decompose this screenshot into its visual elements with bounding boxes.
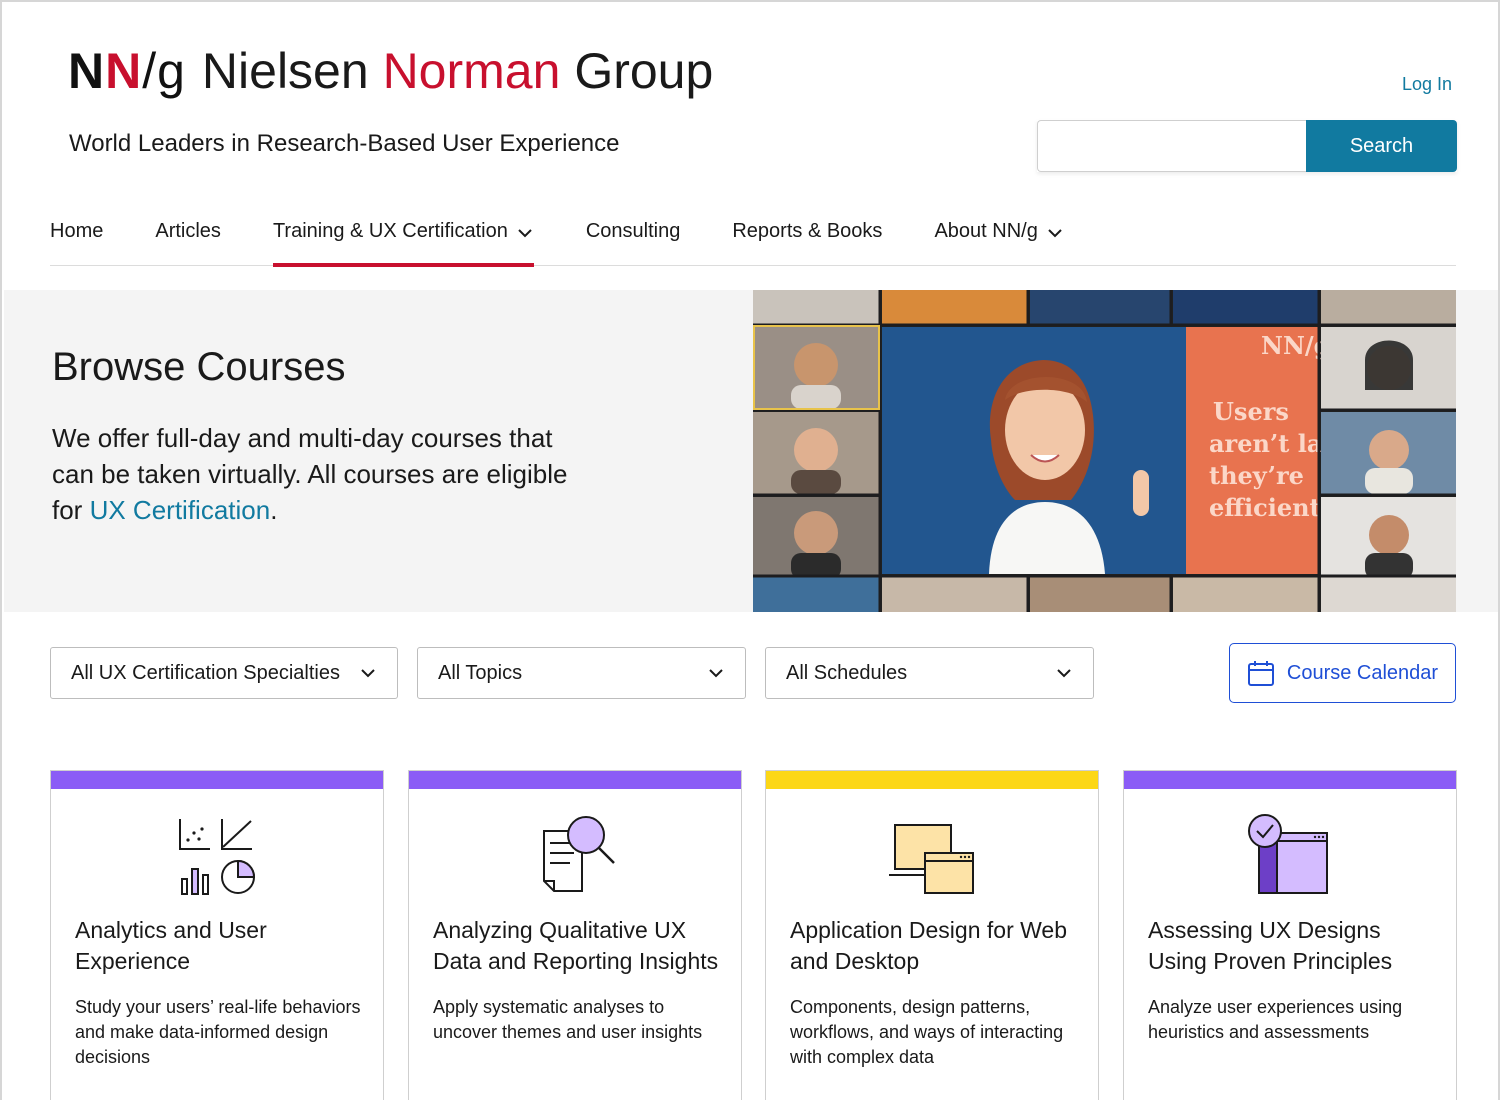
card-color-bar bbox=[51, 771, 383, 789]
nav-reports-books[interactable]: Reports & Books bbox=[732, 208, 882, 266]
chevron-down-icon bbox=[518, 229, 532, 238]
course-card[interactable]: Assessing UX Designs Using Proven Princi… bbox=[1123, 770, 1457, 1100]
card-description: Analyze user experiences using heuristic… bbox=[1148, 997, 1403, 1042]
card-color-bar bbox=[1124, 771, 1456, 789]
card-title: Application Design for Web and Desktop bbox=[790, 917, 1067, 974]
chevron-down-icon bbox=[709, 669, 723, 678]
ux-certification-link[interactable]: UX Certification bbox=[90, 495, 271, 525]
card-description: Components, design patterns, workflows, … bbox=[790, 997, 1064, 1067]
analytics-charts-icon bbox=[51, 813, 383, 899]
calendar-icon bbox=[1247, 661, 1274, 686]
page-title: Browse Courses bbox=[52, 345, 346, 389]
poster-line-1: Users bbox=[1213, 397, 1289, 426]
card-title: Analyzing Qualitative UX Data and Report… bbox=[433, 917, 719, 974]
nav-consulting[interactable]: Consulting bbox=[586, 208, 681, 266]
poster-line-4: efficient bbox=[1209, 493, 1321, 522]
nav-articles[interactable]: Articles bbox=[155, 208, 221, 266]
course-card[interactable]: Analyzing Qualitative UX Data and Report… bbox=[408, 770, 742, 1100]
desktop-windows-icon bbox=[766, 813, 1098, 899]
logo-name: Nielsen Norman Group bbox=[201, 43, 714, 99]
checklist-window-icon bbox=[1124, 813, 1456, 899]
course-card[interactable]: Application Design for Web and Desktop C… bbox=[765, 770, 1099, 1100]
poster-line-3: they’re bbox=[1209, 461, 1304, 490]
hero-description: We offer full-day and multi-day courses … bbox=[52, 423, 568, 525]
main-nav: Home Articles Training & UX Certificatio… bbox=[50, 208, 1456, 267]
schedules-select[interactable]: All Schedules bbox=[765, 647, 1094, 699]
course-filters: All UX Certification Specialties All Top… bbox=[50, 643, 1456, 703]
page-frame: NN/g Nielsen Norman Group World Leaders … bbox=[0, 0, 1500, 1100]
course-card[interactable]: Analytics and User Experience Study your… bbox=[50, 770, 384, 1100]
search-form: Search bbox=[1037, 120, 1457, 172]
tagline: World Leaders in Research-Based User Exp… bbox=[69, 130, 620, 157]
nav-home[interactable]: Home bbox=[50, 208, 103, 266]
card-description: Study your users’ real-life behaviors an… bbox=[75, 997, 361, 1067]
search-button[interactable]: Search bbox=[1306, 120, 1457, 172]
topics-select[interactable]: All Topics bbox=[417, 647, 746, 699]
chevron-down-icon bbox=[361, 669, 375, 678]
course-calendar-button[interactable]: Course Calendar bbox=[1229, 643, 1456, 703]
login-link[interactable]: Log In bbox=[1402, 74, 1452, 95]
search-input[interactable] bbox=[1037, 120, 1306, 172]
poster-line-2: aren’t la bbox=[1209, 429, 1322, 458]
card-color-bar bbox=[766, 771, 1098, 789]
card-color-bar bbox=[409, 771, 741, 789]
chevron-down-icon bbox=[1057, 669, 1071, 678]
chevron-down-icon bbox=[1048, 229, 1062, 238]
nng-logo[interactable]: NN/g Nielsen Norman Group bbox=[68, 42, 713, 100]
specialties-select[interactable]: All UX Certification Specialties bbox=[50, 647, 398, 699]
video-collage: NN/g Users aren’t la they’re efficient bbox=[753, 290, 1456, 612]
card-title: Analytics and User Experience bbox=[75, 917, 267, 974]
card-title: Assessing UX Designs Using Proven Princi… bbox=[1148, 917, 1393, 974]
logo-mark: NN/g bbox=[68, 43, 186, 99]
card-description: Apply systematic analyses to uncover the… bbox=[433, 997, 703, 1042]
hero-video-collage-image: NN/g Users aren’t la they’re efficient bbox=[753, 290, 1456, 612]
nav-training[interactable]: Training & UX Certification bbox=[272, 208, 534, 267]
nav-about[interactable]: About NN/g bbox=[934, 208, 1063, 266]
document-magnifier-icon bbox=[409, 813, 741, 899]
